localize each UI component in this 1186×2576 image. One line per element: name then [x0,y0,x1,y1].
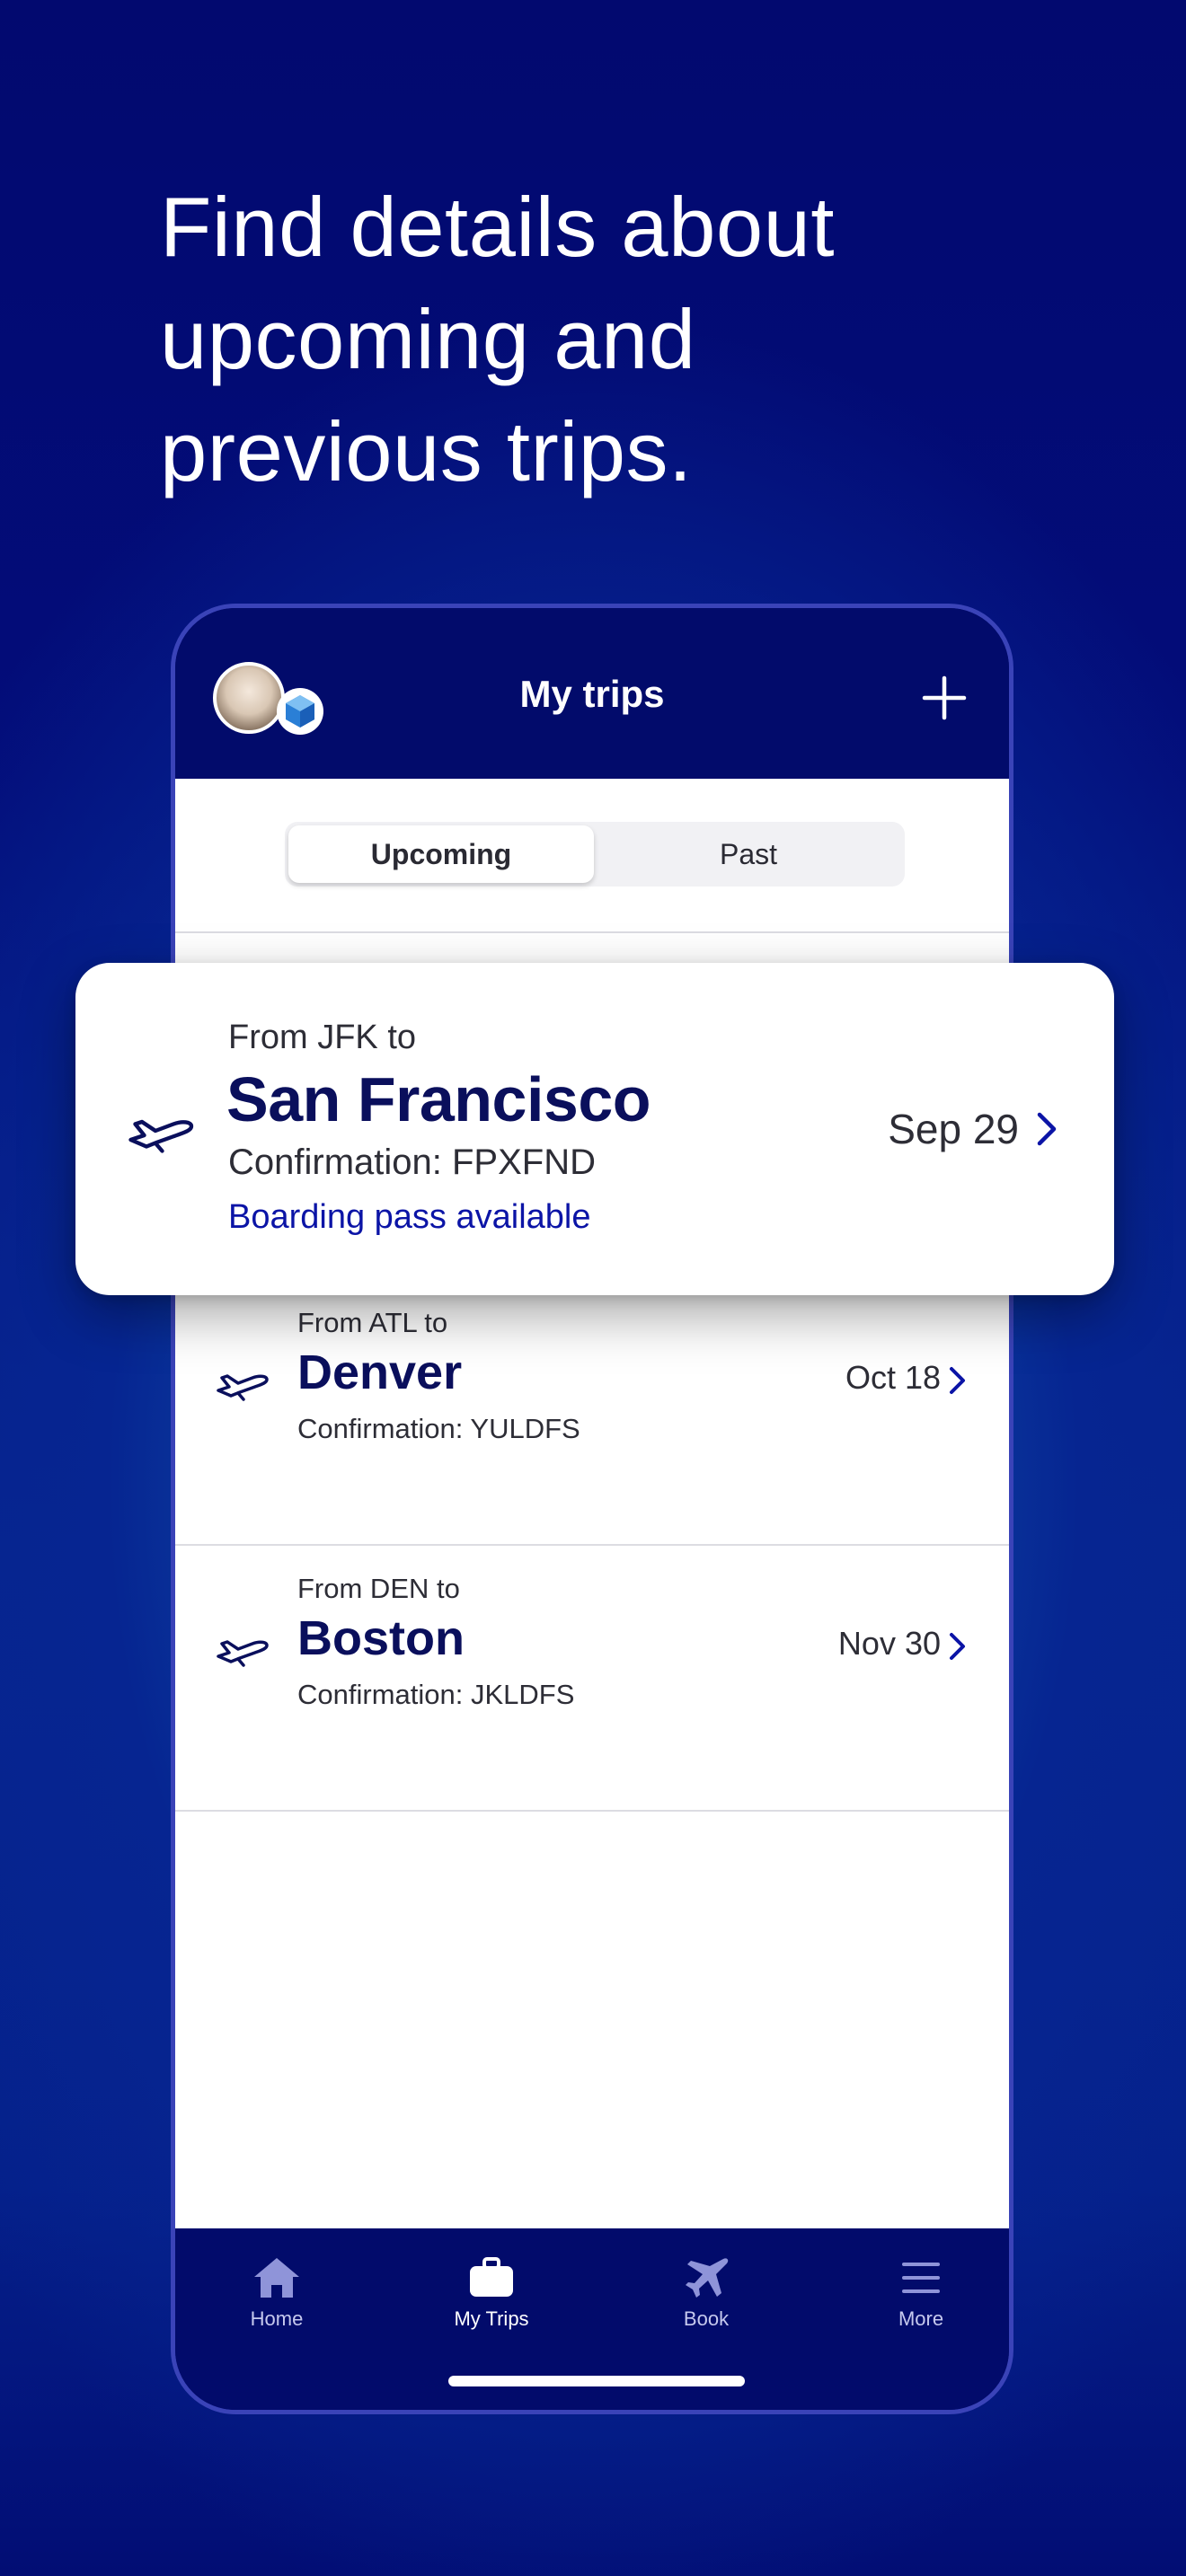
tab-home-label: Home [250,2307,304,2330]
phone-frame: My trips Upcoming Past From ATL to Denve… [171,604,1013,2414]
trip-origin: From ATL to [297,1307,448,1338]
trip-row[interactable]: From ATL to Denver Confirmation: YULDFS … [175,1280,1009,1546]
tab-book[interactable]: Book [634,2255,778,2331]
tab-more-label: More [898,2307,944,2330]
chevron-right-icon [950,1633,965,1660]
tab-my-trips[interactable]: My Trips [420,2255,563,2331]
airplane-takeoff-icon [128,1119,194,1153]
tab-book-label: Book [683,2307,730,2330]
trip-date: Nov 30 [837,1625,941,1662]
menu-icon [902,2263,940,2293]
tab-my-trips-label: My Trips [454,2307,529,2330]
plus-icon[interactable] [919,673,969,723]
trip-date: Sep 29 [888,1106,1019,1152]
page-title: My trips [519,673,665,715]
headline-line-3: previous trips. [160,404,693,498]
trip-date: Oct 18 [845,1359,941,1396]
trip-confirmation: Confirmation: JKLDFS [297,1679,575,1710]
headline-line-1: Find details about [160,180,836,274]
trip-confirmation: Confirmation: FPXFND [228,1142,596,1182]
tab-home[interactable]: Home [205,2255,349,2331]
trip-destination: Denver [297,1345,463,1399]
chevron-right-icon [950,1367,965,1394]
airplane-icon [686,2258,729,2298]
divider [175,931,1009,933]
trip-destination: San Francisco [226,1064,651,1134]
top-navigation-bar: My trips [175,608,1009,779]
tab-past[interactable]: Past [596,825,901,883]
airplane-takeoff-icon [217,1374,269,1401]
chevron-right-icon [1037,1112,1057,1146]
bottom-tab-bar: Home My Trips Book More [175,2228,1009,2410]
briefcase-icon [470,2257,513,2297]
app-screen: My trips Upcoming Past From ATL to Denve… [175,608,1009,2410]
trip-filter-segmented-control: Upcoming Past [285,822,905,887]
home-indicator [448,2376,745,2386]
marketing-headline: Find details about upcoming and previous… [160,171,1058,507]
trip-destination: Boston [297,1611,465,1665]
trip-row[interactable]: From DEN to Boston Confirmation: JKLDFS … [175,1546,1009,1812]
tab-upcoming[interactable]: Upcoming [288,825,594,883]
airplane-takeoff-icon [217,1640,269,1667]
home-icon [254,2258,299,2298]
featured-trip-card[interactable]: From JFK to San Francisco Confirmation: … [75,963,1114,1295]
trip-origin: From JFK to [228,1019,417,1056]
headline-line-2: upcoming and [160,292,696,386]
boarding-pass-link[interactable]: Boarding pass available [228,1198,591,1237]
tab-more[interactable]: More [849,2255,993,2331]
trip-confirmation: Confirmation: YULDFS [297,1413,580,1444]
trip-origin: From DEN to [297,1573,460,1604]
